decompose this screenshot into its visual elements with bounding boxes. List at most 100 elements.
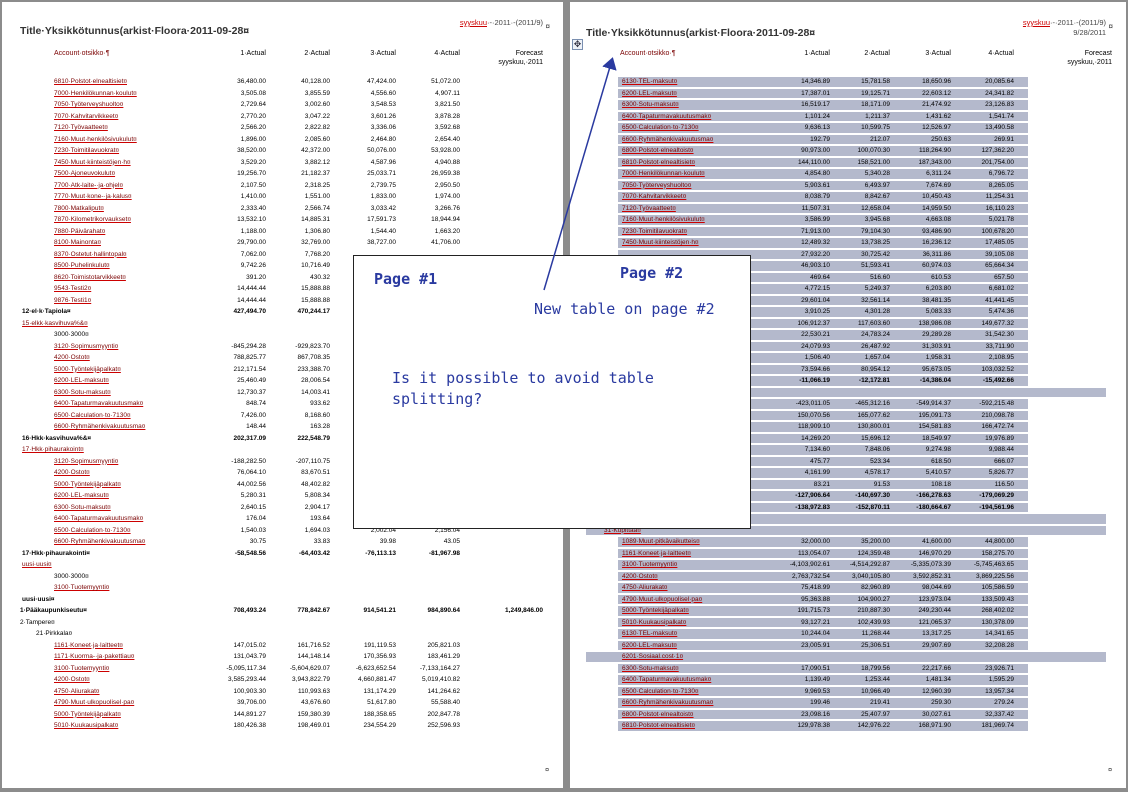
table-row[interactable]: 6500·Calculation·to·7130¤ 9,636.13 10,599.… bbox=[570, 122, 1126, 134]
table-row[interactable]: 5010·Kuukausipalkat¤ 93,127.21 102,439.93 1… bbox=[570, 617, 1126, 629]
row-value-cell: 144,148.14 bbox=[297, 653, 330, 660]
header-period: ·-·2011·-(2011/9) bbox=[1050, 18, 1106, 27]
table-row[interactable]: 6810·Polstot·elnealtisiet¤ 36,480.00 40,12… bbox=[2, 76, 563, 88]
row-value-cell: 4,556.60 bbox=[370, 89, 396, 97]
table-row[interactable]: 7050·Työterveyshuolto¤ 2,729.64 3,002.60 3,… bbox=[2, 99, 563, 111]
table-row[interactable]: 6130·TEL-maksut¤ 10,244.04 11,268.44 13,317… bbox=[570, 628, 1126, 640]
table-row[interactable]: uusi·uusi¤ bbox=[2, 559, 563, 571]
table-row[interactable]: 2·Tampere¤ bbox=[2, 617, 563, 629]
table-row[interactable]: 7050·Työterveyshuolto¤ 5,903.61 6,493.97 7,… bbox=[570, 180, 1126, 192]
table-row[interactable]: 6201·Sosiaal.cost·1¤ bbox=[570, 651, 1126, 663]
table-row[interactable]: 17·Hkk·pihaurakointi¤ -58,548.56 -64,403.4… bbox=[2, 548, 563, 560]
table-row[interactable]: 7160·Muut·henkilösivukulut¤ 3,586.99 3,945… bbox=[570, 214, 1126, 226]
table-row[interactable]: 6800·Polstot·elnealtoist¤ 23,098.16 25,407… bbox=[570, 709, 1126, 721]
table-row[interactable]: 1161·Koneet·ja·laitteet¤ 113,054.07 124,35… bbox=[570, 548, 1126, 560]
row-value-cell: 3,002.60 bbox=[304, 101, 330, 108]
row-account-label: 6200·LEL-maksut¤ bbox=[54, 377, 109, 384]
table-row[interactable]: 1089·Muut·pitkävaikutteis¤ 32,000.00 35,20… bbox=[570, 536, 1126, 548]
table-row[interactable]: 6600·Ryhmähenkivakuutusma¤ 192.79 212.07 25… bbox=[570, 134, 1126, 146]
row-value-cell: 9,988.44 bbox=[988, 446, 1014, 453]
row-value-cell: 210,887.30 bbox=[857, 607, 890, 614]
table-row[interactable]: 4790·Muut·ulkopuolisel·pa¤ 39,706.00 43,67… bbox=[2, 697, 563, 709]
table-row[interactable]: 7230·Toimitilavuokrat¤ 38,520.00 42,372.00… bbox=[2, 145, 563, 157]
row-value-cell: 3,945.68 bbox=[864, 216, 890, 223]
table-row[interactable]: 8100·Mainonta¤ 29,790.00 32,769.00 38,727.0… bbox=[2, 237, 563, 249]
table-row[interactable]: 6810·Polstot·elnealtisiet¤ 129,978.38 142,… bbox=[570, 720, 1126, 732]
row-value-cell: 9,742.26 bbox=[240, 262, 266, 269]
table-row[interactable]: 7000·Henkilökunnan·koulut¤ 3,505.08 3,855.… bbox=[2, 88, 563, 100]
row-value-cell: 102,439.93 bbox=[857, 618, 890, 626]
row-value-cell: 13,317.25 bbox=[922, 630, 951, 637]
table-row[interactable]: 7880·Päivärahat¤ 1,188.00 1,306.80 1,544.40… bbox=[2, 226, 563, 238]
row-value-cell: 6,311.24 bbox=[926, 170, 951, 177]
row-value-cell: 163.28 bbox=[310, 423, 330, 430]
table-row[interactable]: 7770·Muut·kone-·ja·kalus¤ 1,410.00 1,551.0… bbox=[2, 191, 563, 203]
table-row[interactable]: 6200·LEL-maksut¤ 23,005.91 25,306.51 29,907… bbox=[570, 640, 1126, 652]
table-row[interactable]: 3100·Tuotemyynti¤ -4,103,902.61 -4,514,292… bbox=[570, 559, 1126, 571]
table-row[interactable]: 7230·Toimitilavuokrat¤ 71,913.00 79,104.30… bbox=[570, 226, 1126, 238]
table-row[interactable]: 6300·Sotu-maksut¤ 16,519.17 18,171.09 21,47… bbox=[570, 99, 1126, 111]
row-account-label: 9876·Testi1¤ bbox=[54, 296, 92, 304]
column-header: Forecast bbox=[515, 50, 543, 57]
table-row[interactable]: 5010·Kuukausipalkat¤ 180,426.38 198,469.01… bbox=[2, 720, 563, 732]
row-value-cell: 100,903.30 bbox=[233, 687, 266, 695]
row-account-label: 3100·Tuotemyynti¤ bbox=[622, 561, 678, 568]
row-value-cell: -11,066.19 bbox=[799, 377, 830, 384]
table-row[interactable]: 6800·Polstot·elnealtoist¤ 90,973.00 100,07… bbox=[570, 145, 1126, 157]
table-row[interactable]: 7160·Muut·henkilösivukulut¤ 1,896.00 2,085… bbox=[2, 134, 563, 146]
table-row[interactable]: 4200·Ostot¤ 3,585,293.44 3,943,822.79 4,660… bbox=[2, 674, 563, 686]
table-row[interactable]: 6200·LEL-maksut¤ 17,387.01 19,125.71 22,603… bbox=[570, 88, 1126, 100]
table-row[interactable]: 5000·Työntekijäpalkat¤ 144,891.27 159,380.… bbox=[2, 709, 563, 721]
table-row[interactable]: 3100·Tuotemyynti¤ bbox=[2, 582, 563, 594]
row-value-cell: 32,561.14 bbox=[861, 296, 890, 304]
table-row[interactable]: uusi·uusi¤ bbox=[2, 594, 563, 606]
table-row[interactable]: 6600·Ryhmähenkivakuutusma¤ 199.46 219.41 25… bbox=[570, 697, 1126, 709]
table-row[interactable]: 6600·Ryhmähenkivakuutusma¤ 30.75 33.83 39.9… bbox=[2, 536, 563, 548]
row-value-cell: 249,230.44 bbox=[918, 607, 951, 614]
row-value-cell: 23,126.83 bbox=[985, 101, 1014, 108]
table-row[interactable]: 7500·Ajoneuvokulut¤ 19,256.70 21,182.37 25,… bbox=[2, 168, 563, 180]
table-row[interactable]: 21·Pirkkala¤ bbox=[2, 628, 563, 640]
row-value-cell: 1,188.00 bbox=[240, 227, 266, 235]
row-value-cell: 41,441.45 bbox=[985, 296, 1014, 304]
table-row[interactable]: 1161·Koneet·ja·laitteet¤ 147,015.02 161,71… bbox=[2, 640, 563, 652]
table-row[interactable]: 4200·Ostot¤ 2,763,732.54 3,040,105.80 3,592… bbox=[570, 571, 1126, 583]
table-row[interactable]: 6300·Sotu-maksut¤ 17,090.51 18,799.56 22,21… bbox=[570, 663, 1126, 675]
table-row[interactable]: 7070·Kahvitarvikkeet¤ 8,038.79 8,842.67 10,… bbox=[570, 191, 1126, 203]
table-row[interactable]: 7870·Kilometrikorvaukset¤ 13,532.10 14,885… bbox=[2, 214, 563, 226]
row-value-cell: 118,909.10 bbox=[797, 423, 830, 430]
row-value-cell: 75,418.99 bbox=[801, 584, 830, 591]
row-value-cell: 23,098.16 bbox=[801, 710, 830, 718]
row-value-cell: 3,033.42 bbox=[370, 204, 396, 212]
table-row[interactable]: 4790·Muut·ulkopuolisel·pa¤ 95,363.88 104,9… bbox=[570, 594, 1126, 606]
row-value-cell: -4,514,292.87 bbox=[849, 561, 890, 568]
table-row[interactable]: 7450·Muut·kiinteistöjen·h¤ 12,489.32 13,73… bbox=[570, 237, 1126, 249]
row-value-cell: 3,878.28 bbox=[434, 112, 460, 120]
table-row[interactable]: 5000·Työntekijäpalkat¤ 191,715.73 210,887.… bbox=[570, 605, 1126, 617]
table-row[interactable]: 6130·TEL-maksut¤ 14,346.89 15,781.58 18,650… bbox=[570, 76, 1126, 88]
table-row[interactable]: 6400·Tapaturmavakuutusmak¤ 1,101.24 1,211.… bbox=[570, 111, 1126, 123]
table-row[interactable]: 1·Pääkaupunkiseutu¤ 708,493.24 778,842.67 9… bbox=[2, 605, 563, 617]
row-value-cell: 14,959.50 bbox=[922, 204, 951, 212]
row-account-label: 1·Pääkaupunkiseutu¤ bbox=[20, 607, 87, 614]
table-move-handle-icon[interactable]: ✥ bbox=[572, 39, 583, 50]
table-row[interactable]: 3000·3000¤ bbox=[2, 571, 563, 583]
table-row[interactable]: 7450·Muut·kiinteistöjen·h¤ 3,529.20 3,882.… bbox=[2, 157, 563, 169]
row-value-cell: 110,993.63 bbox=[297, 687, 330, 695]
table-row[interactable]: 4750·Aliurakat¤ 75,418.99 82,960.89 98,044.… bbox=[570, 582, 1126, 594]
table-row[interactable]: 7800·Matkaliput¤ 2,333.40 2,566.74 3,033.42… bbox=[2, 203, 563, 215]
table-row[interactable]: 6810·Polstot·elnealtisiet¤ 144,110.00 158,… bbox=[570, 157, 1126, 169]
table-row[interactable]: 7000·Henkilökunnan·koulut¤ 4,854.80 5,340.… bbox=[570, 168, 1126, 180]
page-end-mark-icon: ¤ bbox=[1108, 767, 1112, 774]
table-row[interactable]: 4750·Aliurakat¤ 100,903.30 110,993.63 131,1… bbox=[2, 686, 563, 698]
table-row[interactable]: 7070·Kahvitarvikkeet¤ 2,770.20 3,047.22 3,6… bbox=[2, 111, 563, 123]
table-row[interactable]: 7700·Atk-laite-·ja·ohjel¤ 2,107.50 2,318.2… bbox=[2, 180, 563, 192]
row-value-cell: 192.79 bbox=[810, 135, 830, 143]
table-row[interactable]: 3100·Tuotemyynti¤ -5,095,117.34 -5,604,629… bbox=[2, 663, 563, 675]
row-account-label: 6800·Polstot·elnealtoist¤ bbox=[622, 147, 694, 154]
table-row[interactable]: 6400·Tapaturmavakuutusmak¤ 1,139.49 1,253.… bbox=[570, 674, 1126, 686]
table-row[interactable]: 7120·Työvaatteet¤ 11,507.31 12,658.04 14,95… bbox=[570, 203, 1126, 215]
table-row[interactable]: 1171·Kuorma-·ja·pakettiau¤ 131,043.79 144,… bbox=[2, 651, 563, 663]
table-row[interactable]: 6500·Calculation·to·7130¤ 9,969.53 10,966.… bbox=[570, 686, 1126, 698]
table-row[interactable]: 7120·Työvaatteet¤ 2,566.20 2,822.82 3,336.0… bbox=[2, 122, 563, 134]
